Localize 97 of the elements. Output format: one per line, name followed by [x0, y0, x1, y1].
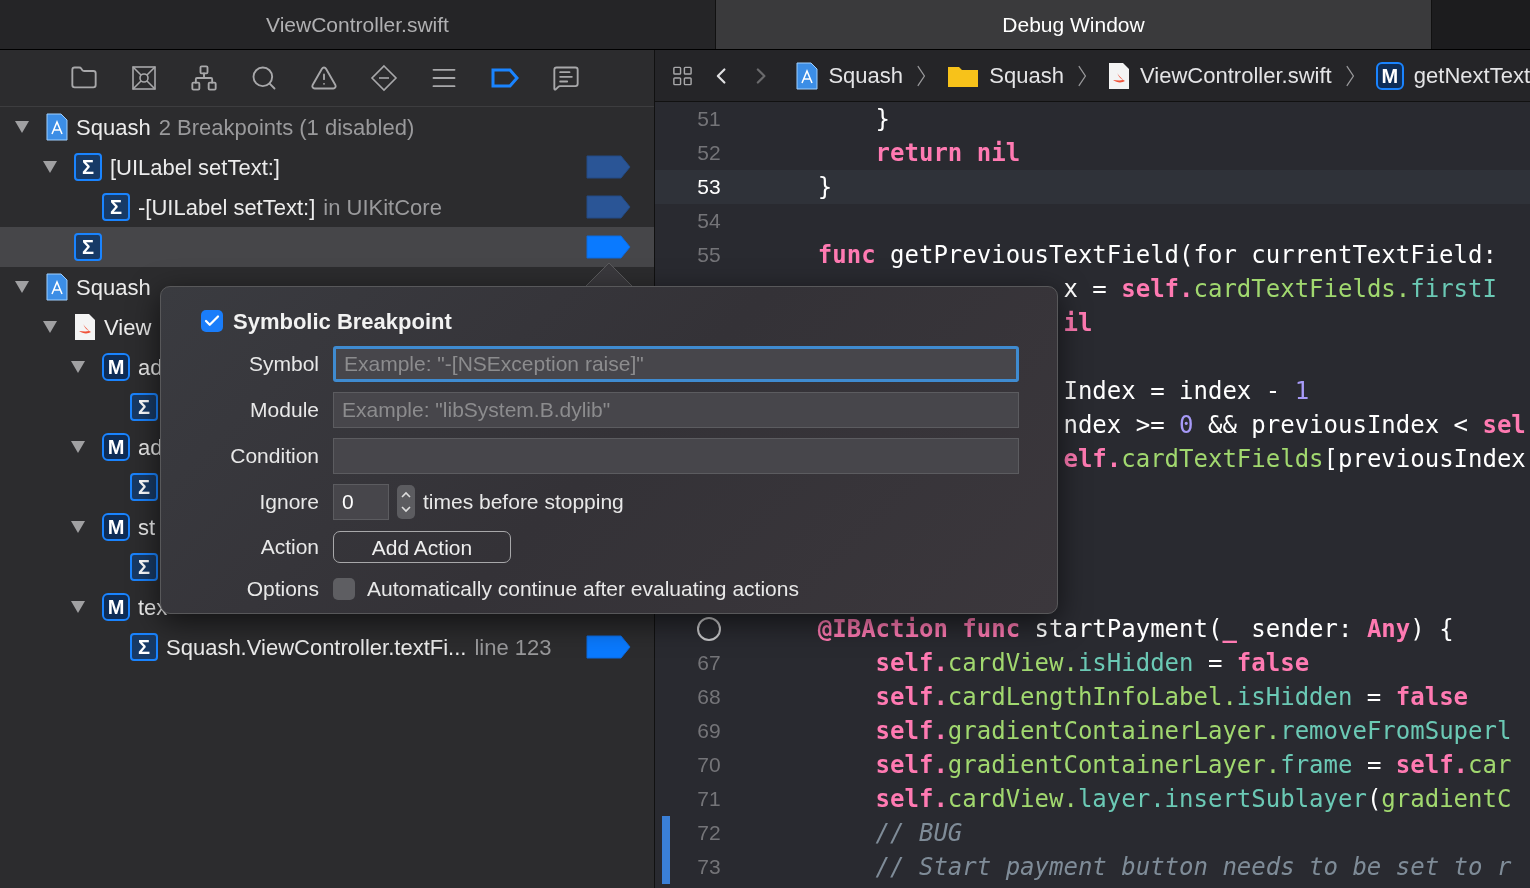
- circle-marker-icon[interactable]: [697, 617, 721, 641]
- code-line: @IBAction func startPayment(_ sender: Any) {: [816, 614, 1454, 645]
- line-number: 51: [697, 106, 721, 133]
- disclosure-triangle-icon[interactable]: [70, 520, 86, 534]
- line-number: 69: [697, 718, 721, 745]
- field-label: Options: [245, 576, 319, 603]
- code-line: il: [1062, 308, 1093, 339]
- project-icon: [796, 61, 819, 90]
- code-line: }: [874, 104, 891, 135]
- disclosure-triangle-icon[interactable]: [70, 440, 86, 454]
- crossed-square-icon[interactable]: [130, 64, 158, 92]
- symbol-badge-icon: Σ: [74, 233, 102, 261]
- symbol-badge-icon: Σ: [74, 153, 102, 181]
- message-icon[interactable]: [552, 64, 580, 92]
- breadcrumb-item[interactable]: ViewController.swift: [1140, 59, 1332, 92]
- breakpoint-detail: in UIKitCore: [323, 193, 442, 222]
- editor-tab[interactable]: ViewController.swift: [0, 0, 716, 49]
- line-number: 67: [697, 650, 721, 677]
- code-line: ndex >= 0 && previousIndex < sel: [1062, 410, 1526, 441]
- code-line: // BUG: [874, 818, 963, 849]
- popover-title: Symbolic Breakpoint: [233, 307, 452, 336]
- disclosure-triangle-icon[interactable]: [42, 320, 58, 334]
- code-line: func getPreviousTextField(for currentTextField:: [816, 240, 1497, 271]
- method-badge-icon: M: [102, 353, 130, 381]
- editor-tab[interactable]: Debug Window: [716, 0, 1432, 49]
- breakpoint-title: st: [138, 513, 156, 542]
- ignore-count-field[interactable]: 0: [333, 484, 389, 520]
- code-line: return nil: [874, 138, 1021, 169]
- code-line: }: [816, 172, 833, 203]
- breakpoint-flag-icon[interactable]: [586, 634, 632, 660]
- symbol-badge-icon: Σ: [102, 193, 130, 221]
- method-badge-icon: M: [102, 513, 130, 541]
- code-line: self.cardLengthInfoLabel.isHidden = false: [874, 682, 1469, 713]
- code-line: self.cardView.layer.insertSublayer(gradientC: [874, 784, 1512, 815]
- code-line: // Start payment button needs to be set to r: [874, 852, 1512, 883]
- breakpoint-title: [UILabel setText:]: [110, 153, 280, 182]
- field-label: Ignore: [258, 489, 319, 516]
- breakpoint-title: Squash: [76, 113, 151, 142]
- enable-checkbox[interactable]: [201, 310, 223, 332]
- breakpoint-detail: 2 Breakpoints (1 disabled): [158, 113, 415, 142]
- code-line: x = self.cardTextFields.firstI: [1062, 274, 1497, 305]
- code-line: self.cardView.isHidden = false: [874, 648, 1310, 679]
- disclosure-triangle-icon[interactable]: [42, 160, 58, 174]
- breadcrumb-item[interactable]: getNextText: [1413, 59, 1530, 92]
- breakpoint-title: Squash: [76, 273, 151, 302]
- disclosure-triangle-icon[interactable]: [14, 120, 30, 134]
- line-number: 71: [697, 786, 721, 813]
- disclosure-triangle-icon[interactable]: [14, 280, 30, 294]
- symbol-badge-icon: Σ: [130, 473, 158, 501]
- line-number: 53: [697, 174, 721, 201]
- breakpoint-icon[interactable]: [490, 66, 520, 90]
- code-line: elf.cardTextFields[previousIndex: [1062, 444, 1526, 475]
- breakpoint-title: -[UILabel setText:]: [138, 193, 316, 222]
- method-badge-icon: M: [102, 433, 130, 461]
- swift-file-icon: [74, 313, 96, 341]
- add-action-button[interactable]: Add Action: [333, 531, 511, 563]
- line-number: 55: [697, 242, 721, 269]
- field-label: Action: [259, 534, 319, 561]
- line-number: 73: [697, 854, 721, 881]
- ignore-suffix: times before stopping: [423, 489, 624, 516]
- text-field[interactable]: Example: "-[NSException raise]": [333, 346, 1019, 382]
- warning-icon[interactable]: [310, 64, 338, 92]
- code-line: Index = index - 1: [1062, 376, 1310, 407]
- project-icon: [46, 273, 68, 301]
- hierarchy-icon[interactable]: [190, 64, 218, 92]
- diamond-minus-icon[interactable]: [370, 64, 398, 92]
- line-number: 52: [697, 140, 721, 167]
- option-label: Automatically continue after evaluating actions: [367, 576, 799, 603]
- swift-file-icon: [1108, 61, 1131, 90]
- disclosure-triangle-icon[interactable]: [70, 600, 86, 614]
- field-label: Module: [249, 397, 319, 424]
- code-line: self.gradientContainerLayer.frame = self.car: [874, 750, 1512, 781]
- method-badge-icon: M: [1375, 61, 1404, 90]
- symbol-badge-icon: Σ: [130, 633, 158, 661]
- breakpoint-title: View: [104, 313, 152, 342]
- disclosure-triangle-icon[interactable]: [70, 360, 86, 374]
- method-badge-icon: M: [102, 593, 130, 621]
- breadcrumb-item[interactable]: Squash: [828, 59, 904, 92]
- line-number: 68: [697, 684, 721, 711]
- option-checkbox[interactable]: [333, 578, 355, 600]
- field-label: Condition: [229, 443, 319, 470]
- line-number: 70: [697, 752, 721, 779]
- symbol-badge-icon: Σ: [130, 393, 158, 421]
- text-field[interactable]: Example: "libSystem.B.dylib": [333, 392, 1019, 428]
- code-line: self.gradientContainerLayer.removeFromSuperl: [874, 716, 1512, 747]
- breakpoint-title: Squash.ViewController.textFi...: [166, 633, 467, 662]
- text-field[interactable]: [333, 438, 1019, 474]
- symbol-badge-icon: Σ: [130, 553, 158, 581]
- tree-row[interactable]: Σ: [0, 227, 654, 267]
- line-number: 54: [697, 208, 721, 235]
- project-icon: [46, 113, 68, 141]
- breakpoint-detail: line 123: [474, 633, 552, 662]
- line-number: 72: [697, 820, 721, 847]
- field-label: Symbol: [247, 351, 319, 378]
- breadcrumb-item[interactable]: Squash: [989, 59, 1064, 92]
- search-icon[interactable]: [250, 64, 278, 92]
- stepper[interactable]: [397, 485, 415, 519]
